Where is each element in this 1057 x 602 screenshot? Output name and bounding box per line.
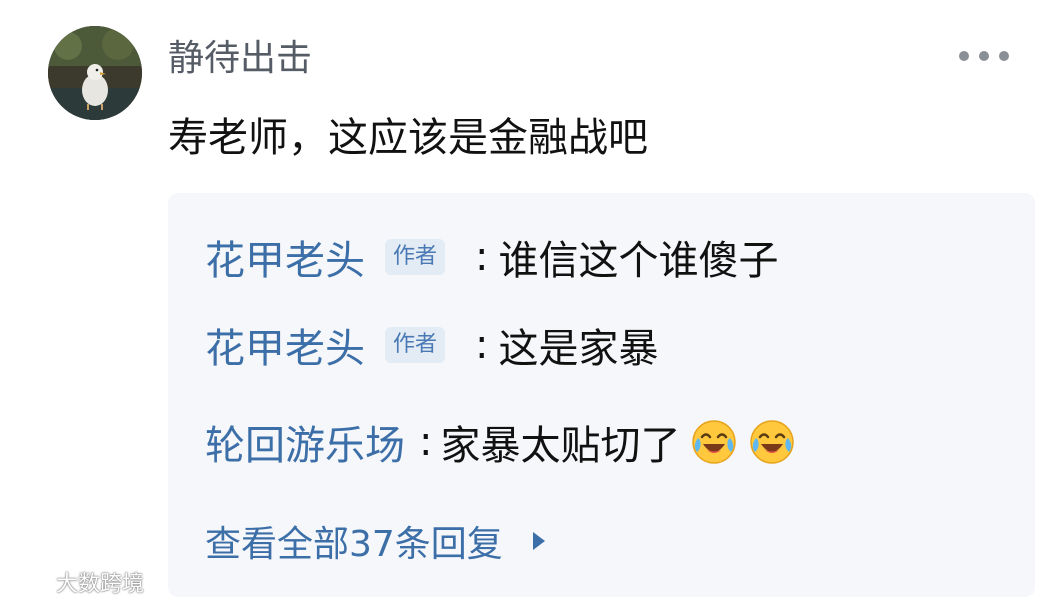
reply-author[interactable]: 轮回游乐场 (205, 413, 405, 471)
reply-colon: : (475, 322, 489, 368)
more-options-button[interactable] (959, 42, 1009, 70)
reply-author[interactable]: 花甲老头 (205, 316, 365, 374)
reply-colon: : (419, 419, 433, 465)
more-horizontal-icon-dot (979, 51, 989, 61)
avatar[interactable] (48, 26, 142, 120)
watermark-text: 大数跨境 (56, 572, 145, 597)
reply-text: 家暴太贴切了 (440, 423, 681, 469)
view-all-replies-label: 查看全部37条回复 (205, 524, 503, 565)
reply-item: 轮回游乐场 : 家暴太贴切了 (205, 412, 796, 472)
reply-colon: : (475, 234, 489, 280)
author-badge: 作者 (385, 239, 446, 275)
more-horizontal-icon-dot (999, 51, 1009, 61)
laughing-crying-face-icon (750, 420, 795, 464)
more-horizontal-icon (959, 51, 969, 61)
triangle-right-icon (532, 532, 545, 550)
author-badge: 作者 (385, 327, 446, 363)
reply-item: 花甲老头 作者 : 谁信这个谁傻子 (205, 227, 779, 287)
watermark: 大数跨境 (10, 566, 144, 598)
watermark-logo-icon (12, 571, 48, 593)
reply-text: 谁信这个谁傻子 (498, 238, 779, 284)
comment-text: 寿老师，这应该是金融战吧 (168, 115, 648, 161)
laughing-crying-face-icon (692, 420, 737, 464)
comment-username[interactable]: 静待出击 (168, 35, 312, 83)
replies-panel: 花甲老头 作者 : 谁信这个谁傻子 花甲老头 作者 : 这是家暴 轮回游乐场 :… (168, 193, 1035, 597)
reply-author[interactable]: 花甲老头 (205, 228, 365, 286)
reply-text: 这是家暴 (498, 326, 659, 372)
avatar-bird-image (48, 26, 142, 120)
view-all-replies-link[interactable]: 查看全部37条回复 (205, 515, 545, 567)
reply-item: 花甲老头 作者 : 这是家暴 (205, 315, 659, 375)
